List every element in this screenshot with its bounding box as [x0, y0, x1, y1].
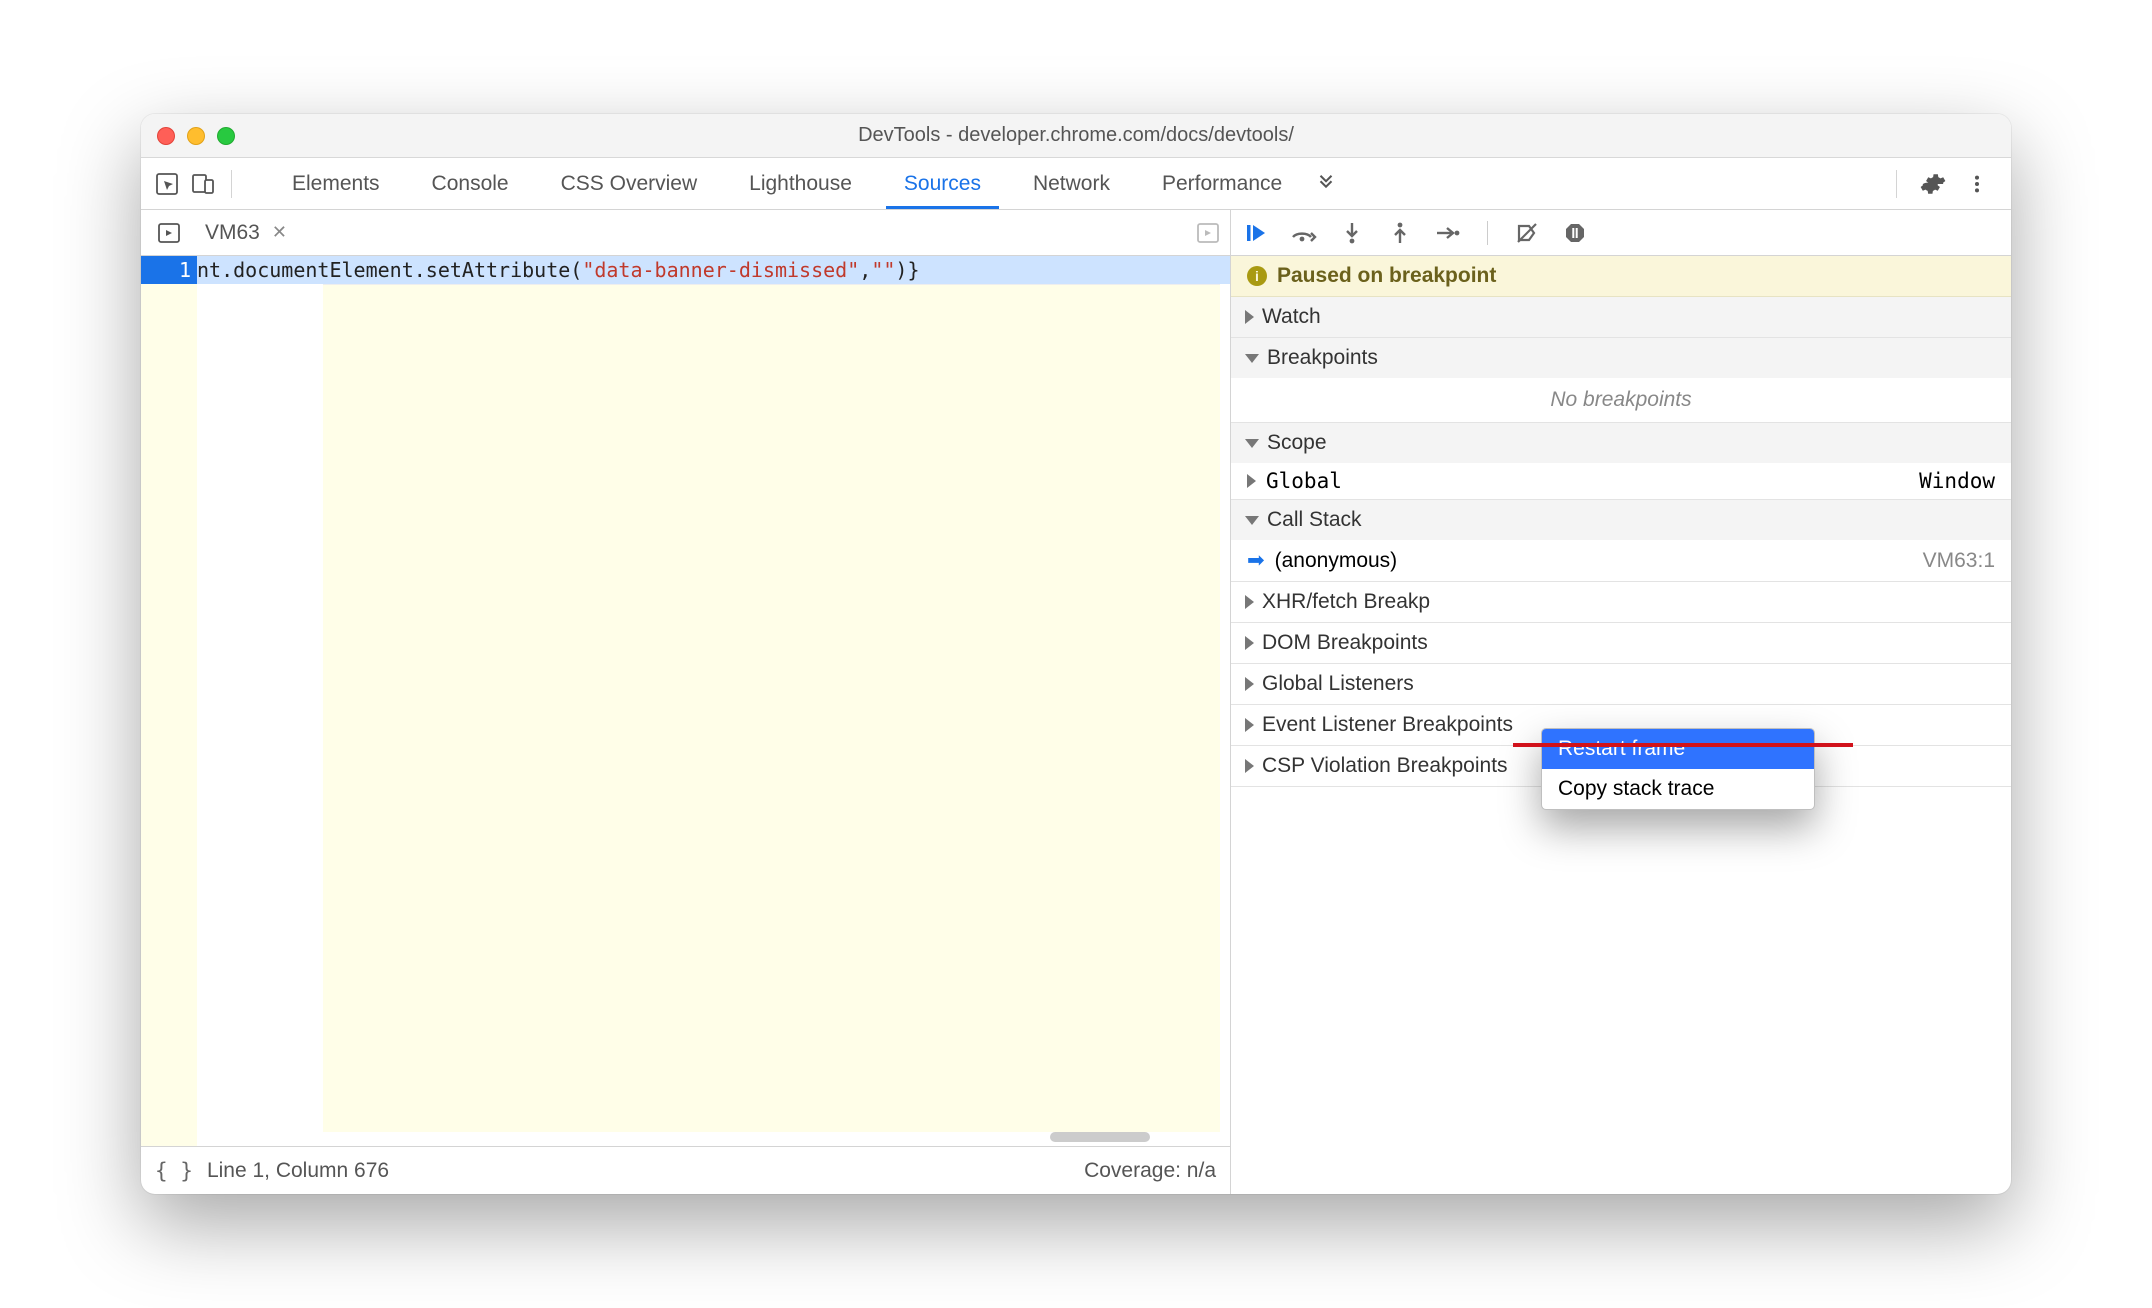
section-global-listeners[interactable]: Global Listeners [1231, 664, 2011, 705]
chevron-right-icon [1245, 759, 1254, 773]
divider [1896, 170, 1897, 198]
debugger-pane: i Paused on breakpoint Watch Breakpoints… [1231, 210, 2011, 1194]
paused-banner: i Paused on breakpoint [1231, 256, 2011, 297]
section-title: XHR/fetch Breakp [1262, 590, 1430, 614]
section-callstack[interactable]: Call Stack ➡ (anonymous) VM63:1 [1231, 500, 2011, 582]
step-out-icon[interactable] [1387, 220, 1413, 246]
paused-text: Paused on breakpoint [1277, 264, 1496, 288]
horizontal-scrollbar[interactable] [1050, 1132, 1150, 1142]
section-dom-breakpoints[interactable]: DOM Breakpoints [1231, 623, 2011, 664]
sources-left-pane: VM63 ✕ 1 nt.documentElement.setAttribute… [141, 210, 1231, 1194]
pause-exceptions-icon[interactable] [1562, 220, 1588, 246]
deactivate-breakpoints-icon[interactable] [1514, 220, 1540, 246]
more-tabs-icon[interactable] [1308, 158, 1344, 210]
tab-label: Performance [1162, 172, 1282, 196]
tab-label: CSS Overview [561, 172, 698, 196]
devtools-window: DevTools - developer.chrome.com/docs/dev… [141, 114, 2011, 1194]
scope-value: Window [1919, 469, 1995, 493]
annotation-strikethrough [1513, 743, 1853, 747]
debugger-toolbar [1231, 210, 2011, 256]
frame-name: (anonymous) [1275, 549, 1398, 573]
tab-network[interactable]: Network [1007, 158, 1136, 209]
file-tab-label: VM63 [205, 221, 260, 245]
titlebar: DevTools - developer.chrome.com/docs/dev… [141, 114, 2011, 158]
code-string: "data-banner-dismissed" [582, 258, 859, 282]
tab-elements[interactable]: Elements [266, 158, 406, 209]
info-icon: i [1247, 266, 1267, 286]
no-breakpoints-text: No breakpoints [1231, 378, 2011, 422]
context-menu-copy-stack-trace[interactable]: Copy stack trace [1542, 769, 1814, 809]
tab-label: Network [1033, 172, 1110, 196]
chevron-right-icon [1245, 310, 1254, 324]
coverage-status: Coverage: n/a [1084, 1159, 1216, 1183]
divider [231, 170, 232, 198]
section-watch[interactable]: Watch [1231, 297, 2011, 338]
settings-gear-icon[interactable] [1915, 166, 1951, 202]
cursor-position: Line 1, Column 676 [207, 1159, 389, 1183]
section-title: DOM Breakpoints [1262, 631, 1428, 655]
code-string: "" [871, 258, 895, 282]
scope-global-row[interactable]: Global Window [1231, 463, 2011, 499]
chevron-right-icon [1245, 718, 1254, 732]
devtools-tabs: Elements Console CSS Overview Lighthouse… [141, 158, 2011, 210]
tab-sources[interactable]: Sources [878, 158, 1007, 209]
editor-background [323, 284, 1220, 1132]
section-title: Scope [1267, 431, 1327, 455]
tab-console[interactable]: Console [406, 158, 535, 209]
current-frame-arrow-icon: ➡ [1247, 548, 1265, 573]
step-into-icon[interactable] [1339, 220, 1365, 246]
code-editor[interactable]: 1 nt.documentElement.setAttribute( "data… [141, 256, 1230, 1146]
divider [1487, 221, 1488, 245]
chevron-right-icon [1245, 636, 1254, 650]
section-title: Global Listeners [1262, 672, 1414, 696]
section-title: Breakpoints [1267, 346, 1378, 370]
tab-label: Elements [292, 172, 380, 196]
section-breakpoints[interactable]: Breakpoints No breakpoints [1231, 338, 2011, 423]
step-over-icon[interactable] [1291, 220, 1317, 246]
section-title: CSP Violation Breakpoints [1262, 754, 1508, 778]
chevron-down-icon [1245, 354, 1259, 363]
snippets-run-icon[interactable] [1196, 221, 1220, 245]
tab-label: Console [432, 172, 509, 196]
file-tab-vm63[interactable]: VM63 ✕ [205, 221, 287, 245]
chevron-right-icon [1247, 474, 1256, 488]
editor-statusbar: { } Line 1, Column 676 Coverage: n/a [141, 1146, 1230, 1194]
line-number[interactable]: 1 [141, 256, 197, 284]
chevron-down-icon [1245, 439, 1259, 448]
tab-label: Lighthouse [749, 172, 852, 196]
chevron-right-icon [1245, 595, 1254, 609]
section-title: Event Listener Breakpoints [1262, 713, 1513, 737]
section-xhr-breakpoints[interactable]: XHR/fetch Breakp [1231, 582, 2011, 623]
callstack-context-menu: Restart frame Copy stack trace [1541, 728, 1815, 810]
resume-icon[interactable] [1243, 220, 1269, 246]
section-title: Watch [1262, 305, 1321, 329]
close-file-icon[interactable]: ✕ [272, 222, 287, 243]
tab-css-overview[interactable]: CSS Overview [535, 158, 724, 209]
section-title: Call Stack [1267, 508, 1362, 532]
device-toolbar-icon[interactable] [185, 166, 221, 202]
section-scope[interactable]: Scope Global Window [1231, 423, 2011, 500]
editor-tab-strip: VM63 ✕ [141, 210, 1230, 256]
scope-name: Global [1266, 469, 1342, 493]
chevron-right-icon [1245, 677, 1254, 691]
kebab-menu-icon[interactable] [1959, 166, 1995, 202]
code-line-1[interactable]: nt.documentElement.setAttribute( "data-b… [197, 256, 1230, 284]
context-menu-restart-frame[interactable]: Restart frame [1542, 729, 1814, 769]
inspect-icon[interactable] [149, 166, 185, 202]
code-fragment: , [859, 258, 871, 282]
frame-location: VM63:1 [1923, 549, 1995, 573]
chevron-down-icon [1245, 516, 1259, 525]
pretty-print-icon[interactable]: { } [155, 1159, 193, 1183]
window-title: DevTools - developer.chrome.com/docs/dev… [141, 124, 2011, 147]
code-fragment: nt.documentElement.setAttribute( [197, 258, 582, 282]
tab-label: Sources [904, 172, 981, 196]
tab-lighthouse[interactable]: Lighthouse [723, 158, 878, 209]
code-fragment: )} [895, 258, 919, 282]
navigator-toggle-icon[interactable] [151, 215, 187, 251]
step-icon[interactable] [1435, 220, 1461, 246]
call-stack-frame[interactable]: ➡ (anonymous) VM63:1 [1231, 540, 2011, 581]
tab-performance[interactable]: Performance [1136, 158, 1308, 209]
